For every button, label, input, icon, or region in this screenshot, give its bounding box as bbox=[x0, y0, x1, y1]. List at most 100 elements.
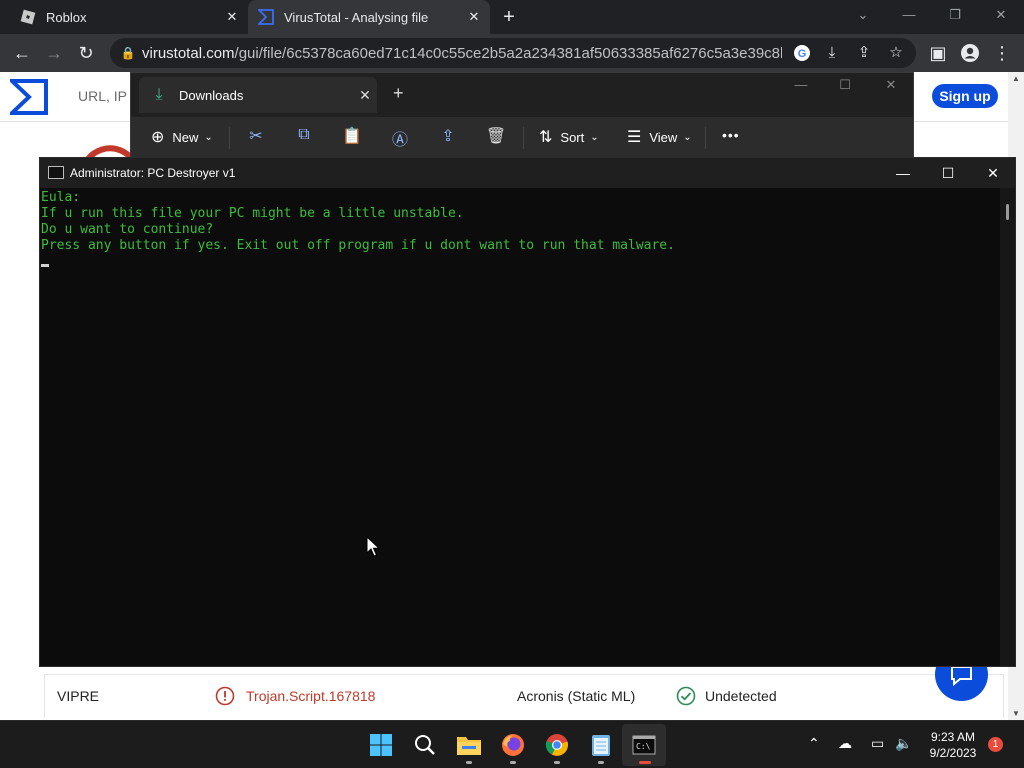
detection-result: Trojan.Script.167818 bbox=[246, 688, 376, 704]
side-panel-icon[interactable]: ▣ bbox=[926, 41, 950, 65]
minimize-button[interactable]: — bbox=[886, 0, 932, 30]
explorer-new-tab-button[interactable]: + bbox=[393, 83, 404, 104]
sign-up-button[interactable]: Sign up bbox=[932, 84, 998, 108]
taskbar: C:\ ⌃ ☁ ▭ 🔈 9:23 AM 9/2/2023 1 bbox=[0, 720, 1024, 768]
alert-icon bbox=[215, 686, 235, 709]
running-indicator bbox=[598, 761, 604, 764]
sort-icon: ⇅ bbox=[539, 129, 553, 146]
scroll-up-icon[interactable]: ▲ bbox=[1012, 74, 1020, 83]
check-circle-icon bbox=[676, 686, 696, 709]
console-icon bbox=[48, 166, 64, 179]
chevron-down-icon: ⌄ bbox=[590, 131, 599, 143]
chevron-down-icon: ⌄ bbox=[204, 131, 213, 143]
tab-virustotal[interactable]: VirusTotal - Analysing file ✕ bbox=[248, 0, 490, 34]
scroll-down-icon[interactable]: ▼ bbox=[1012, 709, 1020, 718]
vendor-name: VIPRE bbox=[57, 688, 100, 704]
search-icon[interactable] bbox=[411, 731, 439, 759]
text-cursor bbox=[41, 264, 49, 267]
minimize-button[interactable]: — bbox=[880, 158, 926, 188]
explorer-tab-downloads[interactable]: ⤓ Downloads ✕ bbox=[139, 77, 377, 113]
close-window-button[interactable]: ✕ bbox=[978, 0, 1024, 30]
chrome-icon[interactable] bbox=[543, 731, 571, 759]
console-title: Administrator: PC Destroyer v1 bbox=[70, 166, 236, 180]
delete-icon[interactable]: 🗑 bbox=[484, 126, 508, 146]
console-scrollbar[interactable] bbox=[1000, 188, 1015, 666]
notification-badge[interactable]: 1 bbox=[988, 737, 1003, 752]
maximize-button[interactable]: ☐ bbox=[833, 77, 857, 93]
running-indicator bbox=[510, 761, 516, 764]
new-button[interactable]: ⊕ New ⌄ bbox=[151, 127, 213, 147]
minimize-button[interactable]: — bbox=[789, 77, 813, 92]
view-button[interactable]: ☰ View ⌄ bbox=[627, 127, 692, 147]
explorer-command-bar: ⊕ New ⌄ ✂ ⧉ 📋 Ⓐ ⇪ 🗑 ⇅ Sort ⌄ ☰ View ⌄ ••… bbox=[131, 117, 913, 159]
maximize-button[interactable]: ☐ bbox=[925, 158, 971, 188]
new-tab-button[interactable]: + bbox=[498, 7, 520, 27]
separator bbox=[705, 127, 706, 149]
download-icon: ⤓ bbox=[155, 86, 163, 103]
browser-toolbar: ← → ↻ 🔒 virustotal.com/gui/file/6c5378ca… bbox=[0, 34, 1024, 72]
virustotal-logo-icon[interactable] bbox=[10, 78, 48, 116]
console-line: Press any button if yes. Exit out off pr… bbox=[41, 238, 675, 253]
browser-tab-strip: Roblox ✕ VirusTotal - Analysing file ✕ +… bbox=[0, 0, 1024, 34]
tab-roblox[interactable]: Roblox ✕ bbox=[12, 0, 248, 34]
restore-button[interactable]: ❐ bbox=[932, 0, 978, 30]
console-output[interactable]: Eula: If u run this file your PC might be… bbox=[40, 188, 1000, 666]
close-icon[interactable]: ✕ bbox=[353, 87, 377, 104]
cut-icon[interactable]: ✂ bbox=[244, 126, 268, 146]
url-text: virustotal.com/gui/file/6c5378ca60ed71c1… bbox=[142, 44, 782, 62]
mouse-pointer-icon bbox=[366, 536, 380, 557]
sort-button[interactable]: ⇅ Sort ⌄ bbox=[539, 127, 599, 147]
google-lens-icon[interactable]: G bbox=[790, 41, 814, 65]
detection-row: VIPRE Trojan.Script.167818 Acronis (Stat… bbox=[44, 674, 1004, 718]
more-options-button[interactable]: ••• bbox=[722, 127, 740, 143]
paste-icon[interactable]: 📋 bbox=[340, 126, 364, 146]
lock-icon: 🔒 bbox=[120, 46, 136, 60]
view-icon: ☰ bbox=[627, 129, 642, 146]
vendor-name: Acronis (Static ML) bbox=[517, 688, 636, 704]
share-icon[interactable]: ⇪ bbox=[436, 126, 460, 146]
network-icon[interactable]: ▭ bbox=[871, 735, 884, 752]
back-arrow-icon[interactable]: ← bbox=[10, 41, 34, 65]
firefox-icon[interactable] bbox=[499, 731, 527, 759]
close-icon[interactable]: ✕ bbox=[222, 7, 242, 27]
running-indicator bbox=[554, 761, 560, 764]
address-bar[interactable]: 🔒 virustotal.com/gui/file/6c5378ca60ed71… bbox=[110, 38, 916, 68]
virustotal-icon bbox=[258, 9, 274, 25]
close-window-button[interactable]: ✕ bbox=[879, 77, 903, 93]
tab-search-icon[interactable]: ⌄ bbox=[840, 0, 886, 30]
separator bbox=[229, 127, 230, 149]
running-indicator bbox=[466, 761, 472, 764]
cloud-offline-icon[interactable]: ☁ bbox=[838, 735, 852, 752]
console-titlebar[interactable]: Administrator: PC Destroyer v1 — ☐ ✕ bbox=[40, 158, 1015, 188]
clock-date: 9/2/2023 bbox=[929, 746, 977, 760]
install-icon[interactable]: ⤓ bbox=[820, 41, 844, 65]
copy-icon[interactable]: ⧉ bbox=[292, 126, 316, 144]
menu-kebab-icon[interactable]: ⋮ bbox=[990, 41, 1014, 65]
file-explorer-window: ⤓ Downloads ✕ + — ☐ ✕ ⊕ New ⌄ ✂ ⧉ 📋 Ⓐ ⇪ … bbox=[130, 72, 914, 159]
reload-icon[interactable]: ↻ bbox=[74, 41, 98, 65]
windows-start-icon[interactable] bbox=[367, 731, 395, 759]
scroll-thumb[interactable] bbox=[1006, 204, 1009, 220]
detection-result: Undetected bbox=[705, 688, 777, 704]
profile-icon[interactable] bbox=[958, 41, 982, 65]
svg-text:G: G bbox=[798, 48, 807, 60]
close-icon[interactable]: ✕ bbox=[464, 7, 484, 27]
share-icon[interactable]: ⇪ bbox=[852, 41, 876, 65]
clock-time: 9:23 AM bbox=[930, 730, 976, 744]
notepad-icon[interactable] bbox=[587, 731, 615, 759]
chevron-down-icon: ⌄ bbox=[683, 131, 692, 143]
file-explorer-icon[interactable] bbox=[455, 731, 483, 759]
rename-icon[interactable]: Ⓐ bbox=[388, 126, 412, 150]
forward-arrow-icon[interactable]: → bbox=[42, 41, 66, 65]
svg-text:C:\: C:\ bbox=[636, 742, 651, 751]
close-window-button[interactable]: ✕ bbox=[970, 158, 1016, 188]
console-line: Do u want to continue? bbox=[41, 222, 214, 237]
clock[interactable]: 9:23 AM 9/2/2023 bbox=[922, 729, 984, 761]
active-indicator bbox=[639, 761, 651, 764]
chevron-up-icon[interactable]: ⌃ bbox=[808, 735, 820, 752]
bookmark-star-icon[interactable]: ☆ bbox=[884, 41, 908, 65]
plus-circle-icon: ⊕ bbox=[151, 129, 165, 146]
roblox-icon bbox=[20, 9, 36, 25]
terminal-icon[interactable]: C:\ bbox=[630, 731, 658, 759]
volume-icon[interactable]: 🔈 bbox=[895, 735, 912, 752]
